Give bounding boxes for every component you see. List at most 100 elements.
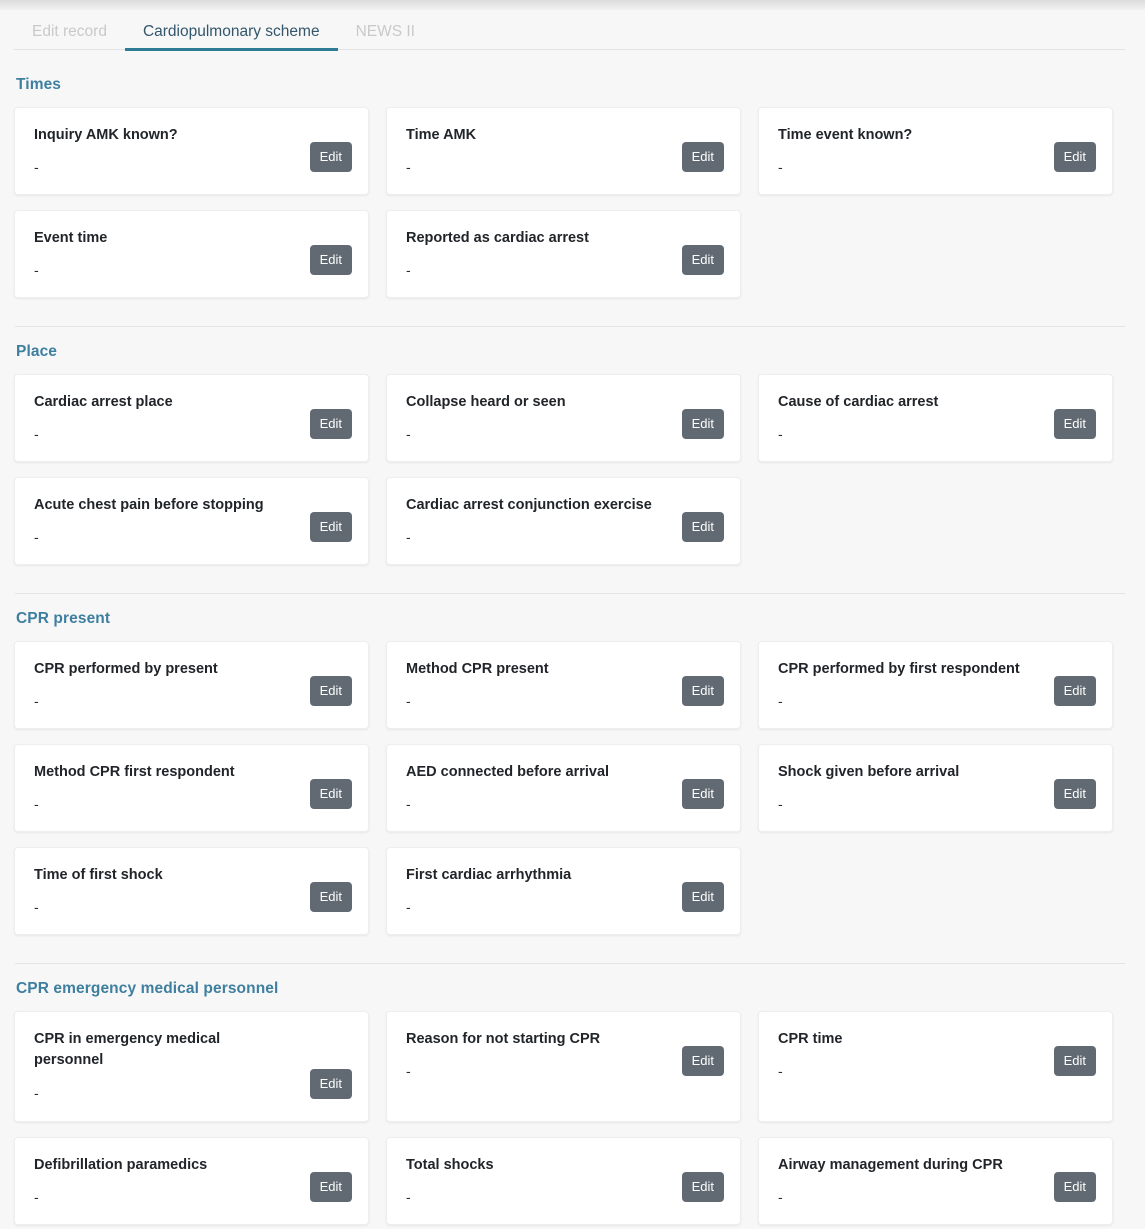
edit-button[interactable]: Edit — [681, 142, 724, 172]
field-value: - — [406, 529, 411, 546]
edit-button[interactable]: Edit — [681, 882, 724, 912]
field-label: Event time — [34, 230, 108, 246]
field-value: - — [778, 1189, 783, 1206]
field-label: CPR performed by present — [34, 661, 218, 677]
edit-button[interactable]: Edit — [681, 779, 724, 809]
grid-spacer — [758, 477, 1113, 565]
sections-container: Times Inquiry AMK known? - Edit Time AMK - Edi… — [0, 50, 1145, 1225]
field-label: Reported as cardiac arrest — [406, 230, 589, 246]
section: Times Inquiry AMK known? - Edit Time AMK - Edi… — [14, 50, 1125, 298]
field-card: Inquiry AMK known? - Edit — [14, 107, 369, 195]
field-label: Reason for not starting CPR — [406, 1031, 601, 1047]
field-card: Method CPR present - Edit — [386, 641, 741, 729]
edit-button[interactable]: Edit — [681, 245, 724, 275]
section: CPR present CPR performed by present - Edit… — [14, 565, 1125, 935]
edit-button[interactable]: Edit — [681, 409, 724, 439]
field-value: - — [406, 899, 411, 916]
edit-button[interactable]: Edit — [309, 409, 352, 439]
field-value: - — [34, 262, 39, 279]
window-header-edge — [0, 0, 1145, 10]
section-title: Place — [16, 343, 58, 360]
field-value: - — [406, 693, 411, 710]
section-title: CPR emergency medical personnel — [16, 980, 279, 997]
field-value: - — [34, 159, 39, 176]
tab-cardiopulmonary-scheme[interactable]: Cardiopulmonary scheme — [124, 23, 338, 51]
field-value: - — [778, 796, 783, 813]
edit-button[interactable]: Edit — [681, 512, 724, 542]
edit-button[interactable]: Edit — [1053, 142, 1096, 172]
field-card: Airway management during CPR - Edit — [758, 1137, 1113, 1225]
field-label: Shock given before arrival — [778, 764, 960, 780]
edit-button[interactable]: Edit — [309, 512, 352, 542]
field-label: Airway management during CPR — [778, 1157, 1003, 1173]
field-value: - — [406, 1189, 411, 1206]
section: Place Cardiac arrest place - Edit Collapse h… — [14, 298, 1125, 565]
card-grid: CPR in emergency medical personnel - Edit R… — [14, 1011, 1125, 1225]
edit-button[interactable]: Edit — [681, 1172, 724, 1202]
tab-bar: Edit record Cardiopulmonary scheme NEWS II — [0, 10, 1145, 51]
tab-news-ii[interactable]: NEWS II — [338, 23, 433, 51]
field-label: Time AMK — [406, 127, 477, 143]
field-label: Method CPR first respondent — [34, 764, 235, 780]
section-title: Times — [16, 76, 62, 93]
field-label: Time of first shock — [34, 867, 163, 883]
field-label: Cardiac arrest place — [34, 394, 173, 410]
field-label: Total shocks — [406, 1157, 494, 1173]
field-card: Reason for not starting CPR - Edit — [386, 1011, 741, 1122]
edit-button[interactable]: Edit — [309, 1069, 352, 1099]
field-value: - — [34, 693, 39, 710]
edit-button[interactable]: Edit — [1053, 779, 1096, 809]
field-label: Cardiac arrest conjunction exercise — [406, 497, 652, 513]
field-value: - — [34, 426, 39, 443]
card-grid: Cardiac arrest place - Edit Collapse heard … — [14, 374, 1125, 565]
edit-button[interactable]: Edit — [681, 676, 724, 706]
field-card: Cause of cardiac arrest - Edit — [758, 374, 1113, 462]
field-label: AED connected before arrival — [406, 764, 610, 780]
edit-button[interactable]: Edit — [1053, 676, 1096, 706]
field-label: Cause of cardiac arrest — [778, 394, 939, 410]
edit-button[interactable]: Edit — [309, 676, 352, 706]
field-card: Shock given before arrival - Edit — [758, 744, 1113, 832]
field-card: CPR performed by first respondent - Edit — [758, 641, 1113, 729]
field-label: Acute chest pain before stopping — [34, 497, 264, 513]
tab-edit-record[interactable]: Edit record — [14, 23, 125, 51]
field-value: - — [34, 529, 39, 546]
field-value: - — [778, 693, 783, 710]
grid-spacer — [758, 210, 1113, 298]
field-card: Total shocks - Edit — [386, 1137, 741, 1225]
edit-button[interactable]: Edit — [1053, 1172, 1096, 1202]
field-card: Cardiac arrest conjunction exercise - Edit — [386, 477, 741, 565]
edit-button[interactable]: Edit — [681, 1046, 724, 1076]
card-grid: CPR performed by present - Edit Method CPR … — [14, 641, 1125, 935]
edit-button[interactable]: Edit — [1053, 409, 1096, 439]
field-value: - — [34, 899, 39, 916]
edit-button[interactable]: Edit — [309, 142, 352, 172]
field-value: - — [778, 159, 783, 176]
field-value: - — [406, 426, 411, 443]
field-value: - — [406, 262, 411, 279]
field-value: - — [34, 1084, 39, 1101]
field-value: - — [406, 159, 411, 176]
field-card: Time AMK - Edit — [386, 107, 741, 195]
edit-button[interactable]: Edit — [309, 779, 352, 809]
field-card: Time event known? - Edit — [758, 107, 1113, 195]
edit-button[interactable]: Edit — [309, 245, 352, 275]
grid-spacer — [758, 847, 1113, 935]
field-card: Acute chest pain before stopping - Edit — [14, 477, 369, 565]
field-label: Defibrillation paramedics — [34, 1157, 208, 1173]
card-grid: Inquiry AMK known? - Edit Time AMK - Edit Time… — [14, 107, 1125, 298]
edit-button[interactable]: Edit — [309, 1172, 352, 1202]
field-label: Inquiry AMK known? — [34, 127, 178, 143]
field-value: - — [34, 796, 39, 813]
field-label: CPR time — [778, 1031, 843, 1047]
field-card: Collapse heard or seen - Edit — [386, 374, 741, 462]
edit-button[interactable]: Edit — [1053, 1046, 1096, 1076]
field-value: - — [778, 426, 783, 443]
cardiopulmonary-scheme-page: Edit record Cardiopulmonary scheme NEWS II… — [0, 0, 1145, 1229]
field-label: Method CPR present — [406, 661, 549, 677]
edit-button[interactable]: Edit — [309, 882, 352, 912]
field-card: Event time - Edit — [14, 210, 369, 298]
field-card: Reported as cardiac arrest - Edit — [386, 210, 741, 298]
field-label: CPR in emergency medical personnel — [34, 1031, 221, 1069]
field-value: - — [406, 1063, 411, 1080]
